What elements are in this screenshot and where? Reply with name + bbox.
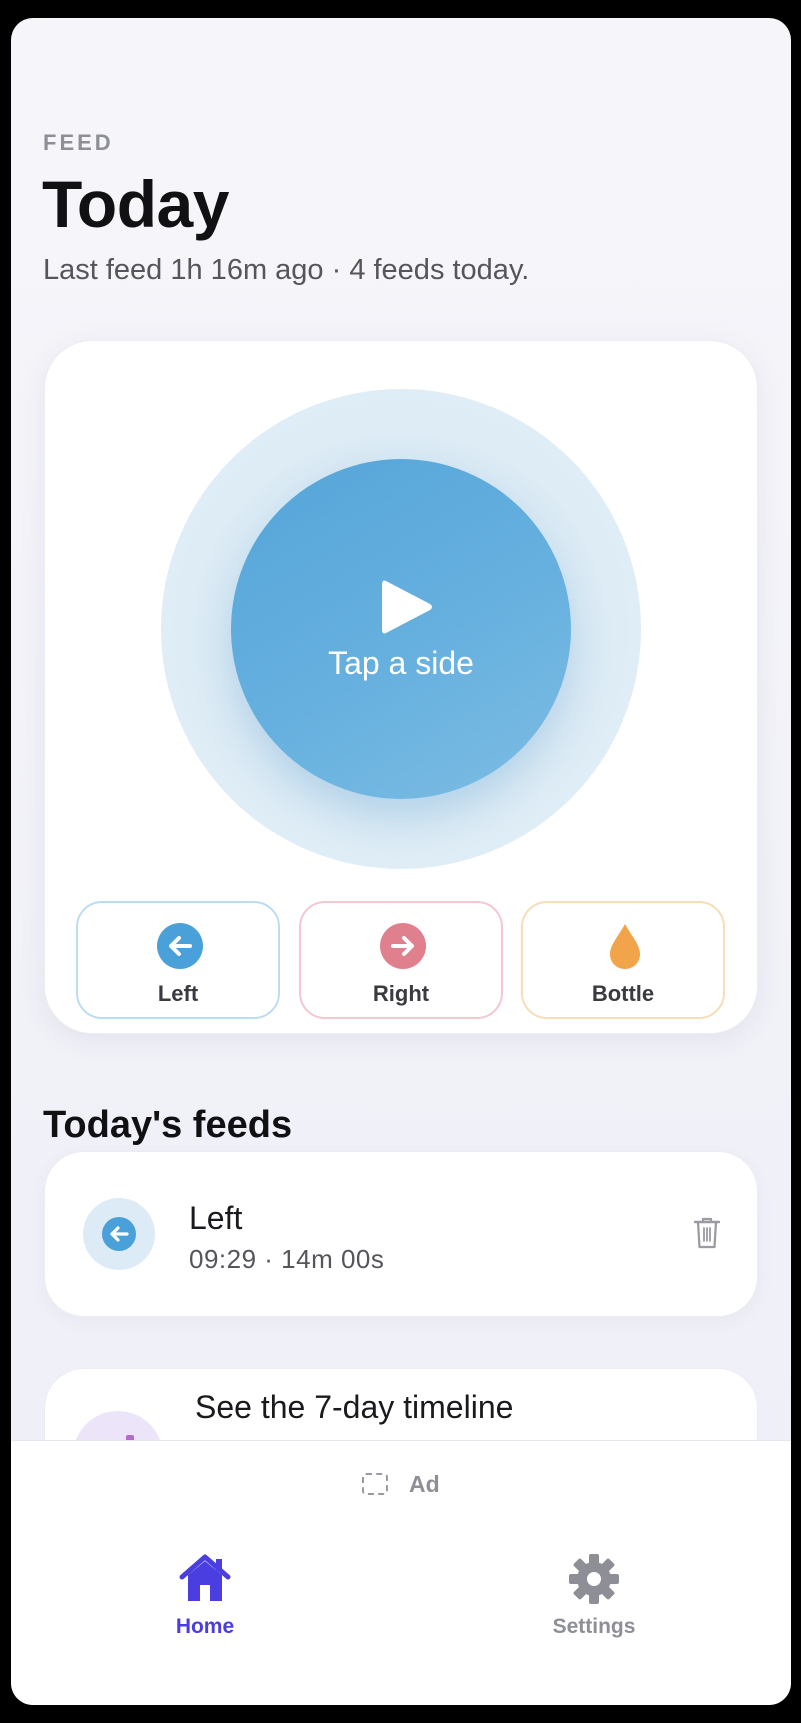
- tab-home[interactable]: Home: [125, 1553, 285, 1653]
- right-side-button[interactable]: Right: [299, 901, 503, 1019]
- drop-icon: [610, 924, 640, 969]
- right-side-label: Right: [372, 981, 430, 1006]
- feed-control-card: Tap a side Left Right Bottle: [44, 340, 758, 1034]
- page-eyebrow: FEED: [43, 130, 114, 155]
- left-side-label: Left: [157, 981, 199, 1006]
- arrow-left-icon: [157, 923, 203, 969]
- arrow-left-icon: [102, 1217, 136, 1251]
- start-feed-label: Tap a side: [328, 645, 474, 681]
- play-icon: [382, 580, 432, 634]
- feed-time-duration: 09:29 · 14m 00s: [189, 1244, 385, 1274]
- feed-list-item[interactable]: Left 09:29 · 14m 00s: [44, 1151, 758, 1317]
- start-feed-button[interactable]: Tap a side: [231, 459, 571, 799]
- timeline-link-label: See the 7-day timeline: [195, 1389, 514, 1425]
- gear-icon: [569, 1554, 619, 1604]
- ad-label: Ad: [409, 1471, 440, 1497]
- tab-home-label: Home: [175, 1615, 235, 1638]
- trash-icon[interactable]: [693, 1216, 721, 1250]
- page-title: Today: [42, 167, 229, 241]
- bottom-bar: Ad Home Settings: [11, 1440, 791, 1705]
- bottle-button[interactable]: Bottle: [521, 901, 725, 1019]
- ad-placeholder-icon: [362, 1473, 388, 1495]
- feed-side-name: Left: [189, 1200, 243, 1236]
- arrow-right-icon: [380, 923, 426, 969]
- tab-settings-label: Settings: [552, 1615, 636, 1638]
- page-subtitle: Last feed 1h 16m ago · 4 feeds today.: [43, 254, 530, 286]
- bottle-label: Bottle: [591, 981, 655, 1006]
- todays-feeds-heading: Today's feeds: [43, 1104, 293, 1146]
- ad-banner[interactable]: Ad: [11, 1471, 791, 1501]
- tab-settings[interactable]: Settings: [514, 1553, 674, 1653]
- app-screen: FEED Today Last feed 1h 16m ago · 4 feed…: [11, 18, 791, 1705]
- home-icon: [179, 1554, 231, 1601]
- left-side-button[interactable]: Left: [76, 901, 280, 1019]
- feed-side-avatar: [83, 1198, 155, 1270]
